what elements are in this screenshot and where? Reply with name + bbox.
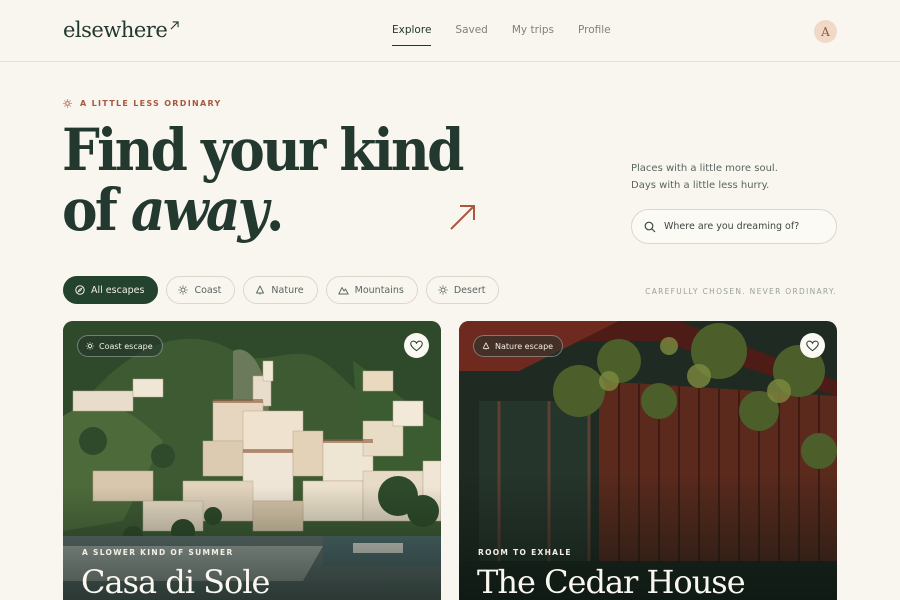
main-nav: Explore Saved My trips Profile bbox=[392, 24, 635, 46]
eyebrow-text: A LITTLE LESS ORDINARY bbox=[80, 99, 222, 108]
headline-emphasis: away bbox=[130, 176, 269, 244]
card-title: Casa di Sole bbox=[81, 563, 270, 600]
badge-label: Nature escape bbox=[495, 341, 554, 351]
filter-label: Mountains bbox=[354, 284, 404, 296]
arrow-up-right-icon bbox=[170, 21, 179, 30]
badge-label: Coast escape bbox=[99, 341, 153, 351]
destination-photo bbox=[459, 321, 837, 600]
motto-text: CAREFULLY CHOSEN. NEVER ORDINARY. bbox=[645, 287, 837, 296]
filter-label: Nature bbox=[271, 284, 304, 296]
search-icon bbox=[644, 221, 656, 232]
nav-explore[interactable]: Explore bbox=[392, 24, 432, 46]
nav-my-trips[interactable]: My trips bbox=[512, 24, 554, 46]
tagline-line-2: Days with a little less hurry. bbox=[631, 180, 770, 191]
sun-icon bbox=[86, 342, 94, 350]
avatar[interactable]: A bbox=[814, 20, 837, 43]
filter-desert[interactable]: Desert bbox=[425, 276, 500, 304]
card-kicker: ROOM TO EXHALE bbox=[478, 548, 572, 557]
save-button[interactable] bbox=[800, 333, 825, 358]
arrow-up-right-icon bbox=[450, 205, 475, 230]
filter-all-escapes[interactable]: All escapes bbox=[63, 276, 159, 304]
headline-line-2-suffix: . bbox=[265, 176, 285, 244]
heart-icon bbox=[410, 340, 423, 351]
category-badge: Nature escape bbox=[473, 335, 564, 357]
compass-icon bbox=[75, 285, 85, 295]
filter-chips: All escapes Coast Nature Mountains Deser… bbox=[63, 276, 507, 304]
nav-saved[interactable]: Saved bbox=[455, 24, 487, 46]
save-button[interactable] bbox=[404, 333, 429, 358]
search-bar[interactable] bbox=[631, 209, 837, 244]
search-input[interactable] bbox=[664, 221, 824, 232]
headline-line-2-prefix: of bbox=[62, 176, 131, 244]
filter-label: All escapes bbox=[91, 284, 145, 296]
hero-tagline: Places with a little more soul. Days wit… bbox=[631, 160, 778, 194]
mountain-icon bbox=[337, 287, 349, 295]
brand-name: elsewhere bbox=[63, 18, 168, 42]
filter-label: Coast bbox=[194, 284, 222, 296]
tagline-line-1: Places with a little more soul. bbox=[631, 163, 778, 174]
destination-card-the-cedar-house[interactable]: Nature escape ROOM TO EXHALE The Cedar H… bbox=[459, 321, 837, 600]
sun-icon bbox=[178, 285, 189, 295]
headline-line-1: Find your kind bbox=[62, 116, 464, 184]
tree-icon bbox=[482, 342, 490, 350]
heart-icon bbox=[806, 340, 819, 351]
destination-photo bbox=[63, 321, 441, 600]
tree-icon bbox=[256, 285, 265, 295]
sun-icon bbox=[438, 285, 448, 295]
card-title: The Cedar House bbox=[477, 563, 746, 600]
brand-logo[interactable]: elsewhere bbox=[63, 18, 179, 42]
nav-profile[interactable]: Profile bbox=[578, 24, 611, 46]
filter-coast[interactable]: Coast bbox=[166, 276, 236, 304]
destination-card-casa-di-sole[interactable]: Coast escape A SLOWER KIND OF SUMMER Cas… bbox=[63, 321, 441, 600]
page-title: Find your kind of away. bbox=[62, 120, 464, 240]
hero-eyebrow: A LITTLE LESS ORDINARY bbox=[63, 99, 222, 108]
top-bar: elsewhere Explore Saved My trips Profile… bbox=[0, 0, 900, 62]
card-kicker: A SLOWER KIND OF SUMMER bbox=[82, 548, 234, 557]
filter-label: Desert bbox=[453, 284, 486, 296]
category-badge: Coast escape bbox=[77, 335, 163, 357]
filter-mountains[interactable]: Mountains bbox=[325, 276, 418, 304]
sun-icon bbox=[63, 99, 72, 108]
filter-nature[interactable]: Nature bbox=[243, 276, 318, 304]
